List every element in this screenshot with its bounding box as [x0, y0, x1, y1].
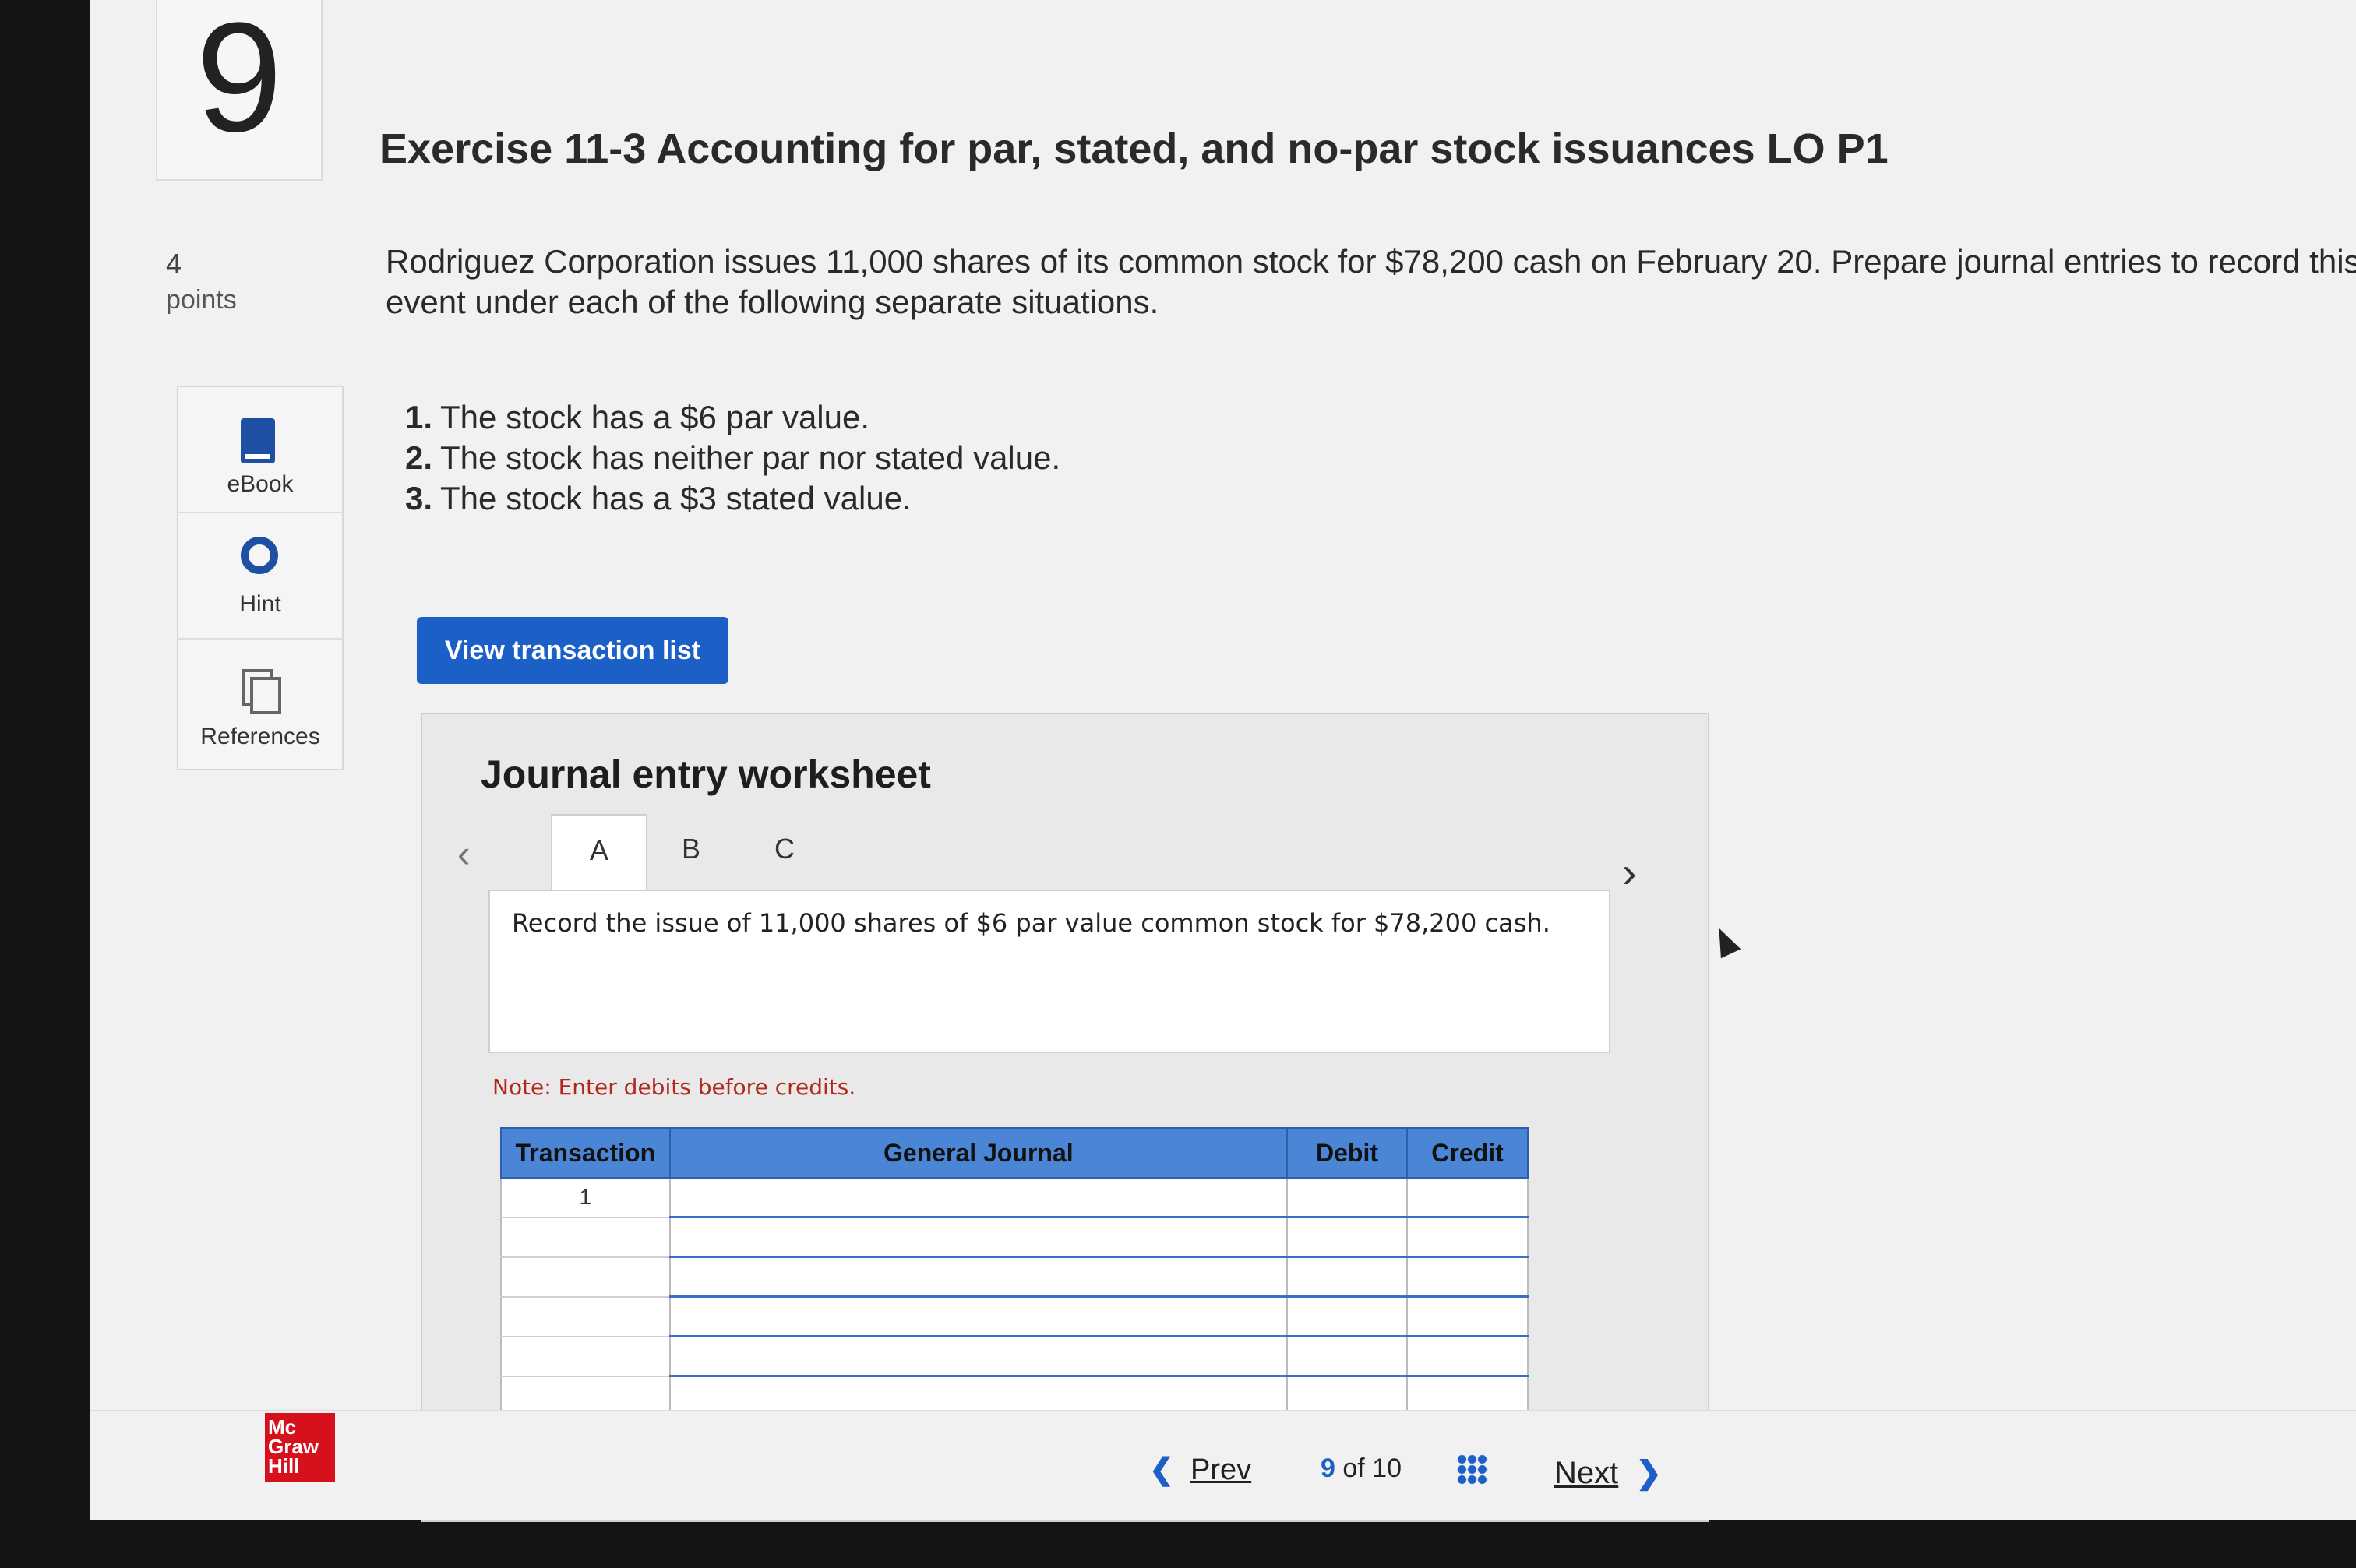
debit-input[interactable]	[1288, 1259, 1406, 1295]
table-row: 1	[500, 1177, 1529, 1218]
question-number: 9	[156, 0, 323, 181]
total-pages: 10	[1372, 1453, 1402, 1483]
account-cell[interactable]	[668, 1177, 1288, 1218]
table-row	[500, 1216, 1529, 1258]
credit-input[interactable]	[1409, 1298, 1526, 1334]
tab-b[interactable]: B	[644, 814, 738, 892]
column-header-debit: Debit	[1286, 1127, 1409, 1179]
credit-input[interactable]	[1409, 1259, 1526, 1295]
debit-cell[interactable]	[1286, 1256, 1409, 1298]
chevron-left-icon: ❮	[1149, 1453, 1174, 1486]
account-input[interactable]	[671, 1378, 1286, 1414]
debit-input[interactable]	[1288, 1298, 1406, 1334]
general-journal-table: Transaction General Journal Debit Credit…	[500, 1127, 1529, 1417]
next-button[interactable]: Next ❯	[1554, 1455, 1662, 1491]
next-label: Next	[1554, 1456, 1619, 1490]
sidebar-item-label: References	[200, 724, 320, 749]
debit-input[interactable]	[1288, 1338, 1406, 1374]
account-input[interactable]	[671, 1219, 1286, 1255]
account-cell[interactable]	[668, 1256, 1288, 1298]
table-row	[500, 1335, 1529, 1377]
journal-entry-worksheet: Journal entry worksheet ‹ A B C › Record…	[421, 713, 1709, 1522]
credit-input[interactable]	[1409, 1219, 1526, 1255]
debit-input[interactable]	[1288, 1378, 1406, 1414]
chevron-right-icon[interactable]: ›	[1622, 847, 1637, 897]
credit-cell[interactable]	[1406, 1335, 1529, 1377]
table-row	[500, 1256, 1529, 1298]
transaction-cell	[500, 1256, 671, 1298]
transaction-cell	[500, 1216, 671, 1258]
credit-cell[interactable]	[1406, 1216, 1529, 1258]
transaction-cell	[500, 1295, 671, 1337]
credit-cell[interactable]	[1406, 1256, 1529, 1298]
table-row	[500, 1295, 1529, 1337]
entry-note: Note: Enter debits before credits.	[492, 1074, 856, 1100]
debit-input[interactable]	[1288, 1219, 1406, 1255]
requirements-list: 1. The stock has a $6 par value. 2. The st…	[405, 397, 1060, 519]
requirement-1: 1. The stock has a $6 par value.	[405, 399, 870, 435]
account-cell[interactable]	[668, 1295, 1288, 1337]
account-cell[interactable]	[668, 1216, 1288, 1258]
account-input[interactable]	[671, 1259, 1286, 1295]
credit-input[interactable]	[1409, 1338, 1526, 1374]
points-label: points	[166, 285, 237, 315]
requirement-2: 2. The stock has neither par nor stated v…	[405, 439, 1061, 476]
transaction-cell	[500, 1335, 671, 1377]
transaction-cell: 1	[500, 1177, 671, 1218]
column-header-general-journal: General Journal	[668, 1127, 1288, 1179]
credit-cell[interactable]	[1406, 1295, 1529, 1337]
credit-input[interactable]	[1409, 1179, 1526, 1215]
tab-c[interactable]: C	[738, 814, 831, 892]
credit-cell[interactable]	[1406, 1177, 1529, 1218]
column-header-credit: Credit	[1406, 1127, 1529, 1179]
grid-icon[interactable]	[1457, 1454, 1488, 1485]
page-title: Exercise 11-3 Accounting for par, stated…	[379, 125, 1889, 172]
chevron-right-icon: ❯	[1635, 1456, 1662, 1490]
lifebuoy-icon	[241, 537, 278, 574]
assignment-screen: 9 Exercise 11-3 Accounting for par, stat…	[90, 0, 2356, 1522]
of-label: of	[1342, 1453, 1365, 1483]
resource-sidebar: eBook Hint References	[177, 386, 344, 770]
debit-cell[interactable]	[1286, 1335, 1409, 1377]
column-header-transaction: Transaction	[500, 1127, 671, 1179]
account-input[interactable]	[671, 1338, 1286, 1374]
account-cell[interactable]	[668, 1335, 1288, 1377]
book-icon	[241, 418, 275, 463]
debit-cell[interactable]	[1286, 1295, 1409, 1337]
credit-input[interactable]	[1409, 1378, 1526, 1414]
prev-label: Prev	[1190, 1453, 1252, 1486]
view-transaction-list-button[interactable]: View transaction list	[417, 617, 728, 684]
sidebar-item-ebook[interactable]: eBook	[178, 387, 342, 513]
debit-input[interactable]	[1288, 1179, 1406, 1215]
transaction-description: Record the issue of 11,000 shares of $6 …	[488, 890, 1610, 1053]
sidebar-item-label: eBook	[227, 471, 294, 497]
sidebar-item-references[interactable]: References	[178, 640, 342, 764]
current-page: 9	[1321, 1453, 1335, 1483]
account-input[interactable]	[671, 1179, 1286, 1215]
sidebar-item-hint[interactable]: Hint	[178, 513, 342, 640]
prev-button[interactable]: ❮ Prev	[1149, 1452, 1251, 1487]
account-input[interactable]	[671, 1298, 1286, 1334]
points-value: 4	[166, 248, 182, 280]
debit-cell[interactable]	[1286, 1177, 1409, 1218]
footer-nav: Mc Graw Hill ❮ Prev 9 of 10 Next ❯	[90, 1410, 2356, 1520]
mouse-cursor-icon	[1709, 923, 1741, 959]
requirement-3: 3. The stock has a $3 stated value.	[405, 480, 912, 516]
tab-a[interactable]: A	[551, 814, 647, 893]
sidebar-item-label: Hint	[239, 591, 281, 617]
mcgraw-hill-logo: Mc Graw Hill	[265, 1413, 335, 1482]
worksheet-title: Journal entry worksheet	[481, 752, 931, 796]
page-indicator[interactable]: 9 of 10	[1321, 1453, 1402, 1484]
debit-cell[interactable]	[1286, 1216, 1409, 1258]
chevron-left-icon[interactable]: ‹	[457, 831, 471, 876]
question-prompt: Rodriguez Corporation issues 11,000 shar…	[386, 243, 2356, 320]
